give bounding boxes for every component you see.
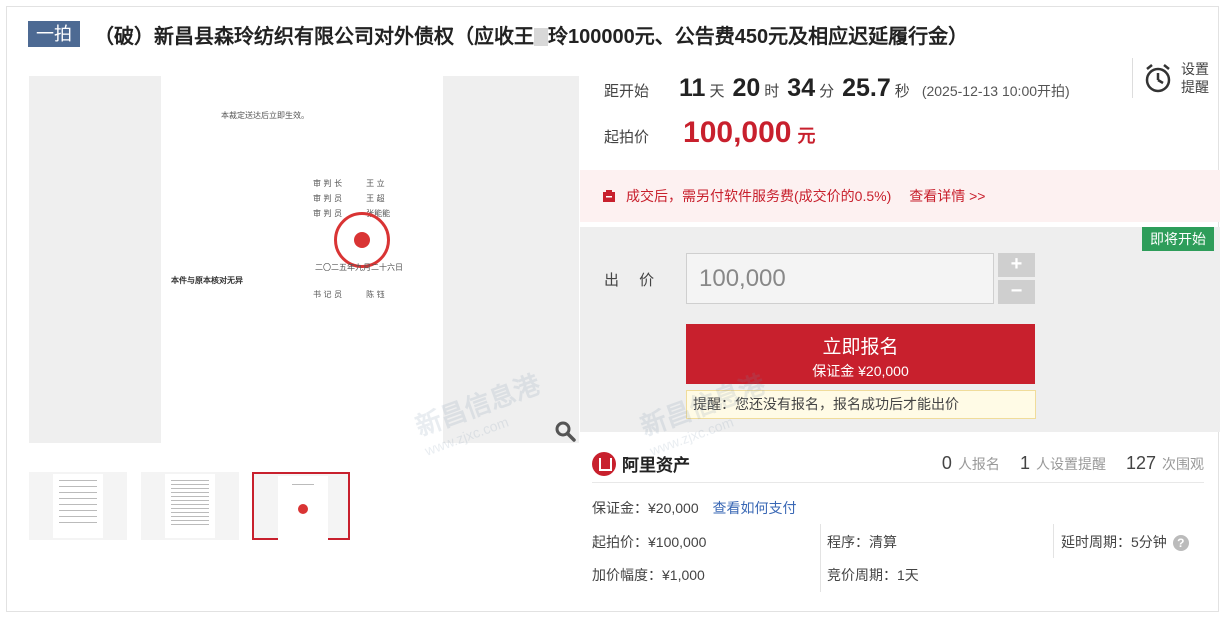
document-copy-note: 本件与原本核对无异	[171, 275, 243, 285]
increase-bid-button[interactable]: +	[998, 253, 1035, 277]
page-title: （破）新昌县森玲纺织有限公司对外债权（应收王 玲100000元、公告费450元及相…	[94, 25, 969, 48]
countdown-seconds-unit: 秒	[894, 83, 910, 100]
register-deposit-label: 保证金 ¥20,000	[812, 363, 909, 379]
fee-notice-text: 成交后，需另付软件服务费(成交价的0.5%)	[626, 188, 892, 204]
registration-tip: 提醒：您还没有报名，报名成功后才能出价	[686, 390, 1036, 419]
countdown-minutes: 34	[787, 74, 816, 102]
document-date: 二〇二五年九月二十六日	[315, 263, 403, 272]
countdown-days-unit: 天	[709, 83, 725, 100]
thumbnail[interactable]	[141, 472, 239, 540]
procedure-detail: 程序：清算	[827, 534, 897, 550]
countdown-label: 距开始	[604, 83, 650, 100]
document-clerk: 书 记 员 陈 钰	[313, 290, 385, 299]
document-signature: 审 判 长 王 立	[313, 179, 385, 188]
start-price-value: 100,000	[683, 116, 792, 149]
countdown-hours: 20	[732, 74, 761, 102]
document-preview[interactable]: 本裁定送达后立即生效。 审 判 长 王 立 审 判 员 王 超 审 判 员 张能…	[29, 76, 579, 443]
ali-assets-logo-icon	[592, 451, 616, 476]
zoom-icon[interactable]	[553, 419, 577, 443]
brand-name: 阿里资产	[622, 456, 690, 475]
redacted-block	[534, 28, 548, 47]
start-price-unit: 元	[797, 126, 816, 146]
alarm-clock-icon	[1145, 64, 1171, 93]
auction-round-badge: 一拍	[28, 21, 80, 47]
stat-reminders: 1 人设置提醒	[1019, 453, 1106, 473]
bid-amount-input[interactable]	[686, 253, 994, 304]
stat-views: 127 次围观	[1125, 453, 1204, 473]
bid-label: 出 价	[604, 272, 663, 289]
help-icon[interactable]: ?	[1172, 535, 1189, 552]
countdown-days: 11	[679, 74, 706, 102]
auction-stats: 0 人报名 1 人设置提醒 127 次围观	[922, 453, 1204, 474]
fee-notice-icon	[603, 190, 615, 202]
start-price-detail: 起拍价：¥100,000	[592, 534, 707, 550]
deposit-detail: 保证金：¥20,000 查看如何支付	[592, 500, 797, 516]
divider	[820, 524, 821, 592]
thumbnail-selected[interactable]	[252, 472, 350, 540]
divider	[1053, 524, 1054, 558]
reminder-label-1: 设置	[1181, 61, 1209, 77]
how-to-pay-link[interactable]: 查看如何支付	[713, 500, 797, 516]
court-seal-icon	[334, 212, 390, 268]
title-row: 一拍 （破）新昌县森玲纺织有限公司对外债权（应收王 玲100000元、公告费450…	[28, 20, 968, 48]
register-button[interactable]: 立即报名 保证金 ¥20,000	[686, 324, 1035, 384]
stat-registrations: 0 人报名	[941, 453, 1000, 473]
increment-detail: 加价幅度：¥1,000	[592, 567, 705, 583]
countdown: 距开始 11 天 20 时 34 分 25.7 秒 (2025-12-13 10…	[604, 74, 1070, 103]
fee-notice: 成交后，需另付软件服务费(成交价的0.5%) 查看详情 >>	[580, 170, 1220, 222]
countdown-seconds: 25.7	[842, 74, 891, 102]
status-badge: 即将开始	[1142, 227, 1214, 251]
countdown-hours-unit: 时	[764, 83, 780, 100]
delay-period-detail: 延时周期：5分钟?	[1061, 532, 1189, 552]
start-time: (2025-12-13 10:00开拍)	[921, 83, 1070, 99]
start-price: 起拍价 100,000 元	[604, 116, 815, 150]
view-details-link[interactable]: 查看详情 >>	[909, 186, 985, 206]
document-top-note: 本裁定送达后立即生效。	[221, 111, 309, 120]
document-signature: 审 判 员 王 超	[313, 194, 385, 203]
register-button-label: 立即报名	[822, 337, 899, 358]
reminder-label-2: 提醒	[1181, 79, 1209, 95]
decrease-bid-button[interactable]: −	[998, 280, 1035, 304]
set-reminder-button[interactable]: 设置 提醒	[1132, 58, 1209, 98]
document-page: 本裁定送达后立即生效。 审 判 长 王 立 审 判 员 王 超 审 判 员 张能…	[161, 76, 443, 443]
brand-row: 阿里资产 0 人报名 1 人设置提醒 127 次围观	[592, 445, 1204, 483]
thumbnail[interactable]	[29, 472, 127, 540]
bid-area: 即将开始 出 价 + − 立即报名 保证金 ¥20,000 提醒：您还没有报名，…	[580, 227, 1220, 432]
bidding-period-detail: 竞价周期：1天	[827, 567, 919, 583]
countdown-minutes-unit: 分	[819, 83, 835, 100]
start-price-label: 起拍价	[604, 129, 650, 146]
